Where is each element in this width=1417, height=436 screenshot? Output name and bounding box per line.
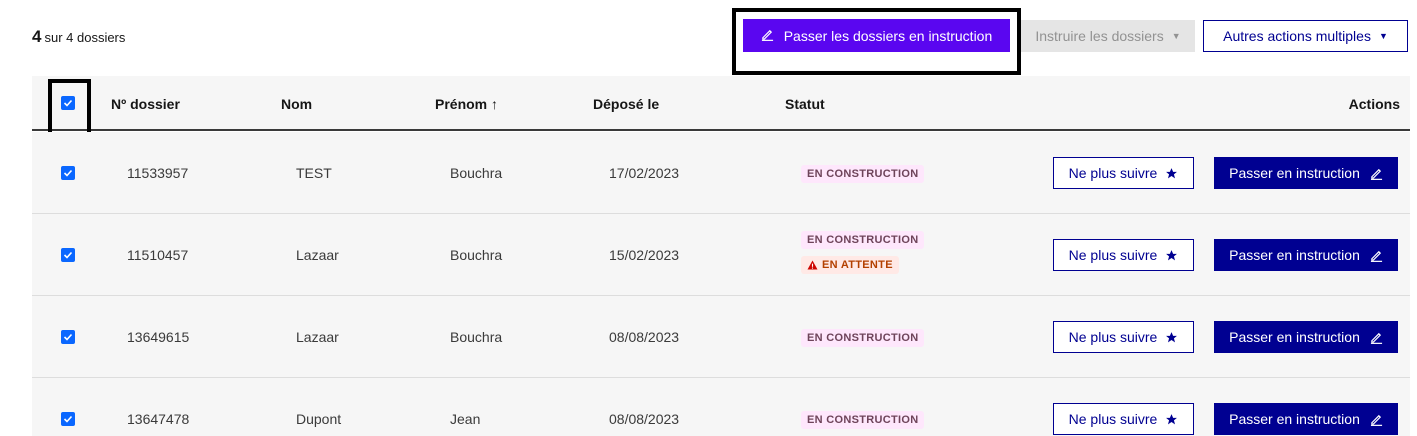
- ne-plus-suivre-label: Ne plus suivre: [1068, 329, 1158, 345]
- row-depose[interactable]: 08/08/2023: [609, 329, 679, 345]
- row-nom[interactable]: TEST: [296, 165, 332, 181]
- status-badge: EN CONSTRUCTION: [801, 165, 925, 183]
- passer-en-instruction-label: Passer en instruction: [1229, 411, 1360, 427]
- table-header: Nº dossier Nom Prénom ↑ Déposé le Statut…: [32, 76, 1410, 131]
- dossier-count-label: sur 4 dossiers: [44, 30, 126, 45]
- header-depose[interactable]: Déposé le: [593, 96, 659, 112]
- status-badge: EN CONSTRUCTION: [801, 329, 925, 347]
- ne-plus-suivre-label: Ne plus suivre: [1068, 165, 1158, 181]
- row-prenom[interactable]: Bouchra: [450, 165, 502, 181]
- ne-plus-suivre-button[interactable]: Ne plus suivre: [1053, 157, 1194, 189]
- row-checkbox[interactable]: [61, 248, 75, 262]
- row-prenom[interactable]: Bouchra: [450, 247, 502, 263]
- checkmark-icon: [63, 169, 73, 177]
- caret-down-icon: ▼: [1171, 31, 1181, 41]
- row-numero[interactable]: 13649615: [127, 329, 189, 345]
- row-nom[interactable]: Lazaar: [296, 247, 339, 263]
- row-nom[interactable]: Dupont: [296, 411, 341, 427]
- row-checkbox[interactable]: [61, 166, 75, 180]
- star-icon: [1166, 249, 1178, 260]
- table-row: 13649615 Lazaar Bouchra 08/08/2023 EN CO…: [32, 296, 1410, 378]
- star-icon: [1166, 167, 1178, 178]
- status-badge: EN CONSTRUCTION: [801, 231, 925, 249]
- table-row: 11510457 Lazaar Bouchra 15/02/2023 EN CO…: [32, 214, 1410, 296]
- table-row: 11533957 TEST Bouchra 17/02/2023 EN CONS…: [32, 132, 1410, 214]
- checkmark-icon: [63, 333, 73, 341]
- row-nom[interactable]: Lazaar: [296, 329, 339, 345]
- row-checkbox[interactable]: [61, 412, 75, 426]
- row-depose[interactable]: 08/08/2023: [609, 411, 679, 427]
- row-numero[interactable]: 11510457: [127, 247, 188, 263]
- autres-actions-label: Autres actions multiples: [1223, 28, 1371, 44]
- highlight-frame: [48, 79, 91, 136]
- passer-en-instruction-label: Passer en instruction: [1229, 329, 1360, 345]
- pencil-icon: [1370, 250, 1382, 262]
- checkmark-icon: [63, 415, 73, 423]
- attente-label: EN ATTENTE: [822, 259, 893, 271]
- instruire-dossiers-label: Instruire les dossiers: [1035, 28, 1164, 44]
- checkmark-icon: [63, 251, 73, 259]
- row-depose[interactable]: 17/02/2023: [609, 165, 679, 181]
- header-actions: Actions: [1348, 96, 1400, 112]
- row-numero[interactable]: 11533957: [127, 165, 188, 181]
- pencil-icon: [1370, 414, 1382, 426]
- ne-plus-suivre-button[interactable]: Ne plus suivre: [1053, 403, 1194, 435]
- autres-actions-multiples-button[interactable]: Autres actions multiples ▼: [1203, 20, 1408, 52]
- passer-en-instruction-button[interactable]: Passer en instruction: [1214, 321, 1398, 353]
- row-prenom[interactable]: Bouchra: [450, 329, 502, 345]
- header-statut[interactable]: Statut: [785, 96, 825, 112]
- star-icon: [1166, 413, 1178, 424]
- passer-en-instruction-label: Passer en instruction: [1229, 247, 1360, 263]
- pencil-icon: [1370, 168, 1382, 180]
- pencil-icon: [1370, 332, 1382, 344]
- row-prenom[interactable]: Jean: [450, 411, 480, 427]
- ne-plus-suivre-button[interactable]: Ne plus suivre: [1053, 239, 1194, 271]
- table-row: 13647478 Dupont Jean 08/08/2023 EN CONST…: [32, 378, 1410, 436]
- ne-plus-suivre-button[interactable]: Ne plus suivre: [1053, 321, 1194, 353]
- attente-badge: EN ATTENTE: [801, 256, 899, 274]
- dossier-count-number: 4: [32, 27, 42, 46]
- star-icon: [1166, 331, 1178, 342]
- header-numero[interactable]: Nº dossier: [111, 96, 180, 112]
- status-badge: EN CONSTRUCTION: [801, 411, 925, 429]
- warning-icon: [807, 260, 818, 270]
- row-checkbox[interactable]: [61, 330, 75, 344]
- passer-en-instruction-button[interactable]: Passer en instruction: [1214, 157, 1398, 189]
- ne-plus-suivre-label: Ne plus suivre: [1068, 247, 1158, 263]
- caret-down-icon: ▼: [1378, 31, 1388, 41]
- passer-en-instruction-button[interactable]: Passer en instruction: [1214, 239, 1398, 271]
- row-numero[interactable]: 13647478: [127, 411, 189, 427]
- dossier-count: 4 sur 4 dossiers: [32, 27, 125, 47]
- instruire-dossiers-button[interactable]: Instruire les dossiers ▼: [1021, 20, 1195, 52]
- passer-en-instruction-button[interactable]: Passer en instruction: [1214, 403, 1398, 435]
- ne-plus-suivre-label: Ne plus suivre: [1068, 411, 1158, 427]
- header-prenom[interactable]: Prénom ↑: [435, 96, 498, 112]
- highlight-frame: [732, 8, 1021, 75]
- passer-en-instruction-label: Passer en instruction: [1229, 165, 1360, 181]
- row-depose[interactable]: 15/02/2023: [609, 247, 679, 263]
- header-nom[interactable]: Nom: [281, 96, 312, 112]
